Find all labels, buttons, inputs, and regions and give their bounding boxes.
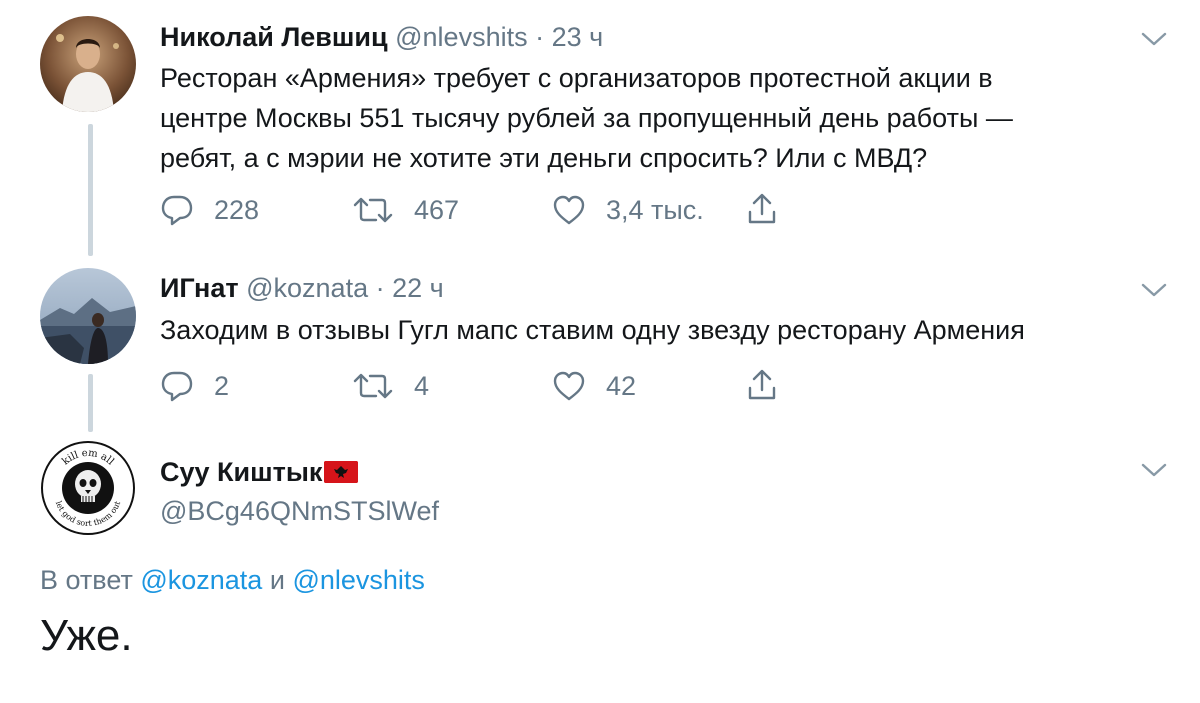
reply-prefix: В ответ bbox=[40, 565, 133, 595]
like-count: 42 bbox=[606, 370, 637, 401]
avatar[interactable] bbox=[40, 16, 136, 112]
tweet-header: ИГнат @koznata · 22 ч bbox=[160, 271, 444, 305]
tweet-text-line: Ресторан «Армения» требует с организатор… bbox=[160, 63, 993, 93]
timestamp[interactable]: 23 ч bbox=[552, 22, 604, 52]
chevron-down-icon[interactable] bbox=[1140, 461, 1168, 479]
chevron-down-icon[interactable] bbox=[1140, 30, 1168, 48]
reply-button[interactable]: 228 bbox=[160, 193, 259, 227]
reply-context: В ответ @koznata и @nlevshits bbox=[40, 563, 425, 597]
like-button[interactable]: 3,4 тыс. bbox=[552, 193, 704, 227]
tweet-header: Суу Киштык bbox=[160, 455, 359, 489]
mention-link[interactable]: @koznata bbox=[140, 565, 262, 595]
retweet-count: 467 bbox=[414, 194, 460, 225]
thread-line bbox=[88, 374, 93, 432]
retweet-button[interactable]: 4 bbox=[352, 369, 429, 403]
reply-joiner: и bbox=[269, 565, 285, 595]
share-icon[interactable] bbox=[746, 192, 778, 226]
author-handle[interactable]: @nlevshits bbox=[395, 22, 527, 52]
reply-button[interactable]: 2 bbox=[160, 369, 229, 403]
tweet-text-line: ребят, а с мэрии не хотите эти деньги сп… bbox=[160, 143, 928, 173]
tweet-text: Ресторан «Армения» требует с организатор… bbox=[160, 58, 1160, 178]
like-count: 3,4 тыс. bbox=[606, 194, 704, 225]
tweet-header: Николай Левшиц @nlevshits · 23 ч bbox=[160, 20, 603, 54]
heart-icon bbox=[553, 371, 585, 401]
main-tweet-text: Уже. bbox=[40, 611, 133, 660]
reply-icon bbox=[161, 371, 193, 402]
mention-link[interactable]: @nlevshits bbox=[292, 565, 424, 595]
tweet-text: Заходим в отзывы Гугл мапс ставим одну з… bbox=[160, 310, 1160, 350]
separator: · bbox=[535, 22, 545, 52]
tweet-text-line: Заходим в отзывы Гугл мапс ставим одну з… bbox=[160, 315, 1025, 345]
avatar[interactable]: kill em all let god sort them out bbox=[40, 440, 136, 536]
thread-line bbox=[88, 124, 93, 256]
albania-flag-icon bbox=[324, 461, 359, 483]
retweet-icon bbox=[353, 373, 393, 399]
heart-icon bbox=[553, 195, 585, 225]
retweet-icon bbox=[353, 197, 393, 223]
tweet-text-line: центре Москвы 551 тысячу рублей за пропу… bbox=[160, 103, 1013, 133]
separator: · bbox=[375, 273, 385, 303]
avatar[interactable] bbox=[40, 268, 136, 364]
author-name[interactable]: Николай Левшиц bbox=[160, 22, 388, 52]
chevron-down-icon[interactable] bbox=[1140, 281, 1168, 299]
reply-count: 228 bbox=[214, 194, 260, 225]
reply-count: 2 bbox=[214, 370, 230, 401]
share-icon[interactable] bbox=[746, 368, 778, 402]
reply-icon bbox=[161, 195, 193, 226]
timestamp[interactable]: 22 ч bbox=[392, 273, 444, 303]
like-button[interactable]: 42 bbox=[552, 369, 636, 403]
author-name[interactable]: ИГнат bbox=[160, 273, 239, 303]
author-handle[interactable]: @BCg46QNmSTSlWef bbox=[160, 496, 439, 526]
author-name[interactable]: Суу Киштык bbox=[160, 457, 322, 487]
tweet-handle-row: @BCg46QNmSTSlWef bbox=[160, 494, 439, 528]
retweet-count: 4 bbox=[414, 370, 430, 401]
retweet-button[interactable]: 467 bbox=[352, 193, 459, 227]
author-handle[interactable]: @koznata bbox=[246, 273, 368, 303]
